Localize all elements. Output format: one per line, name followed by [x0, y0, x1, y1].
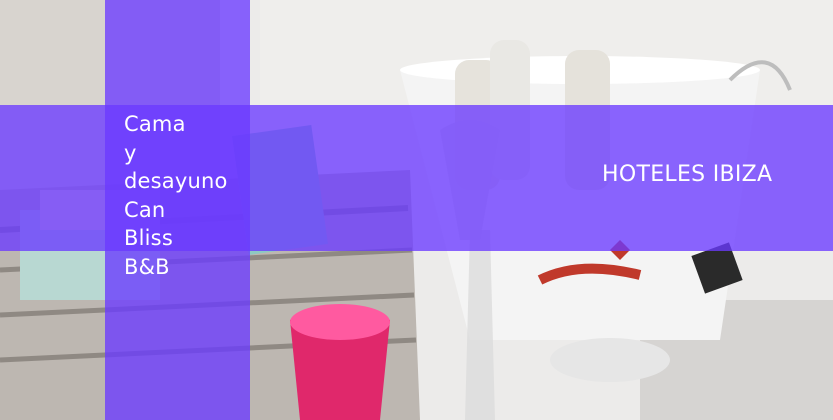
hotel-banner: Cama y desayuno Can Bliss B&B HOTELES IB… [0, 0, 833, 420]
hotel-title[interactable]: Cama y desayuno Can Bliss B&B [124, 110, 249, 282]
category-label[interactable]: HOTELES IBIZA [602, 162, 772, 187]
hotel-title-line: B&B [124, 254, 170, 279]
hotel-title-line: Can [124, 197, 166, 222]
hotel-title-line: desayuno [124, 169, 228, 194]
hotel-title-line: y [124, 140, 137, 165]
hotel-title-line: Cama [124, 112, 186, 136]
hotel-title-line: Bliss [124, 226, 173, 251]
